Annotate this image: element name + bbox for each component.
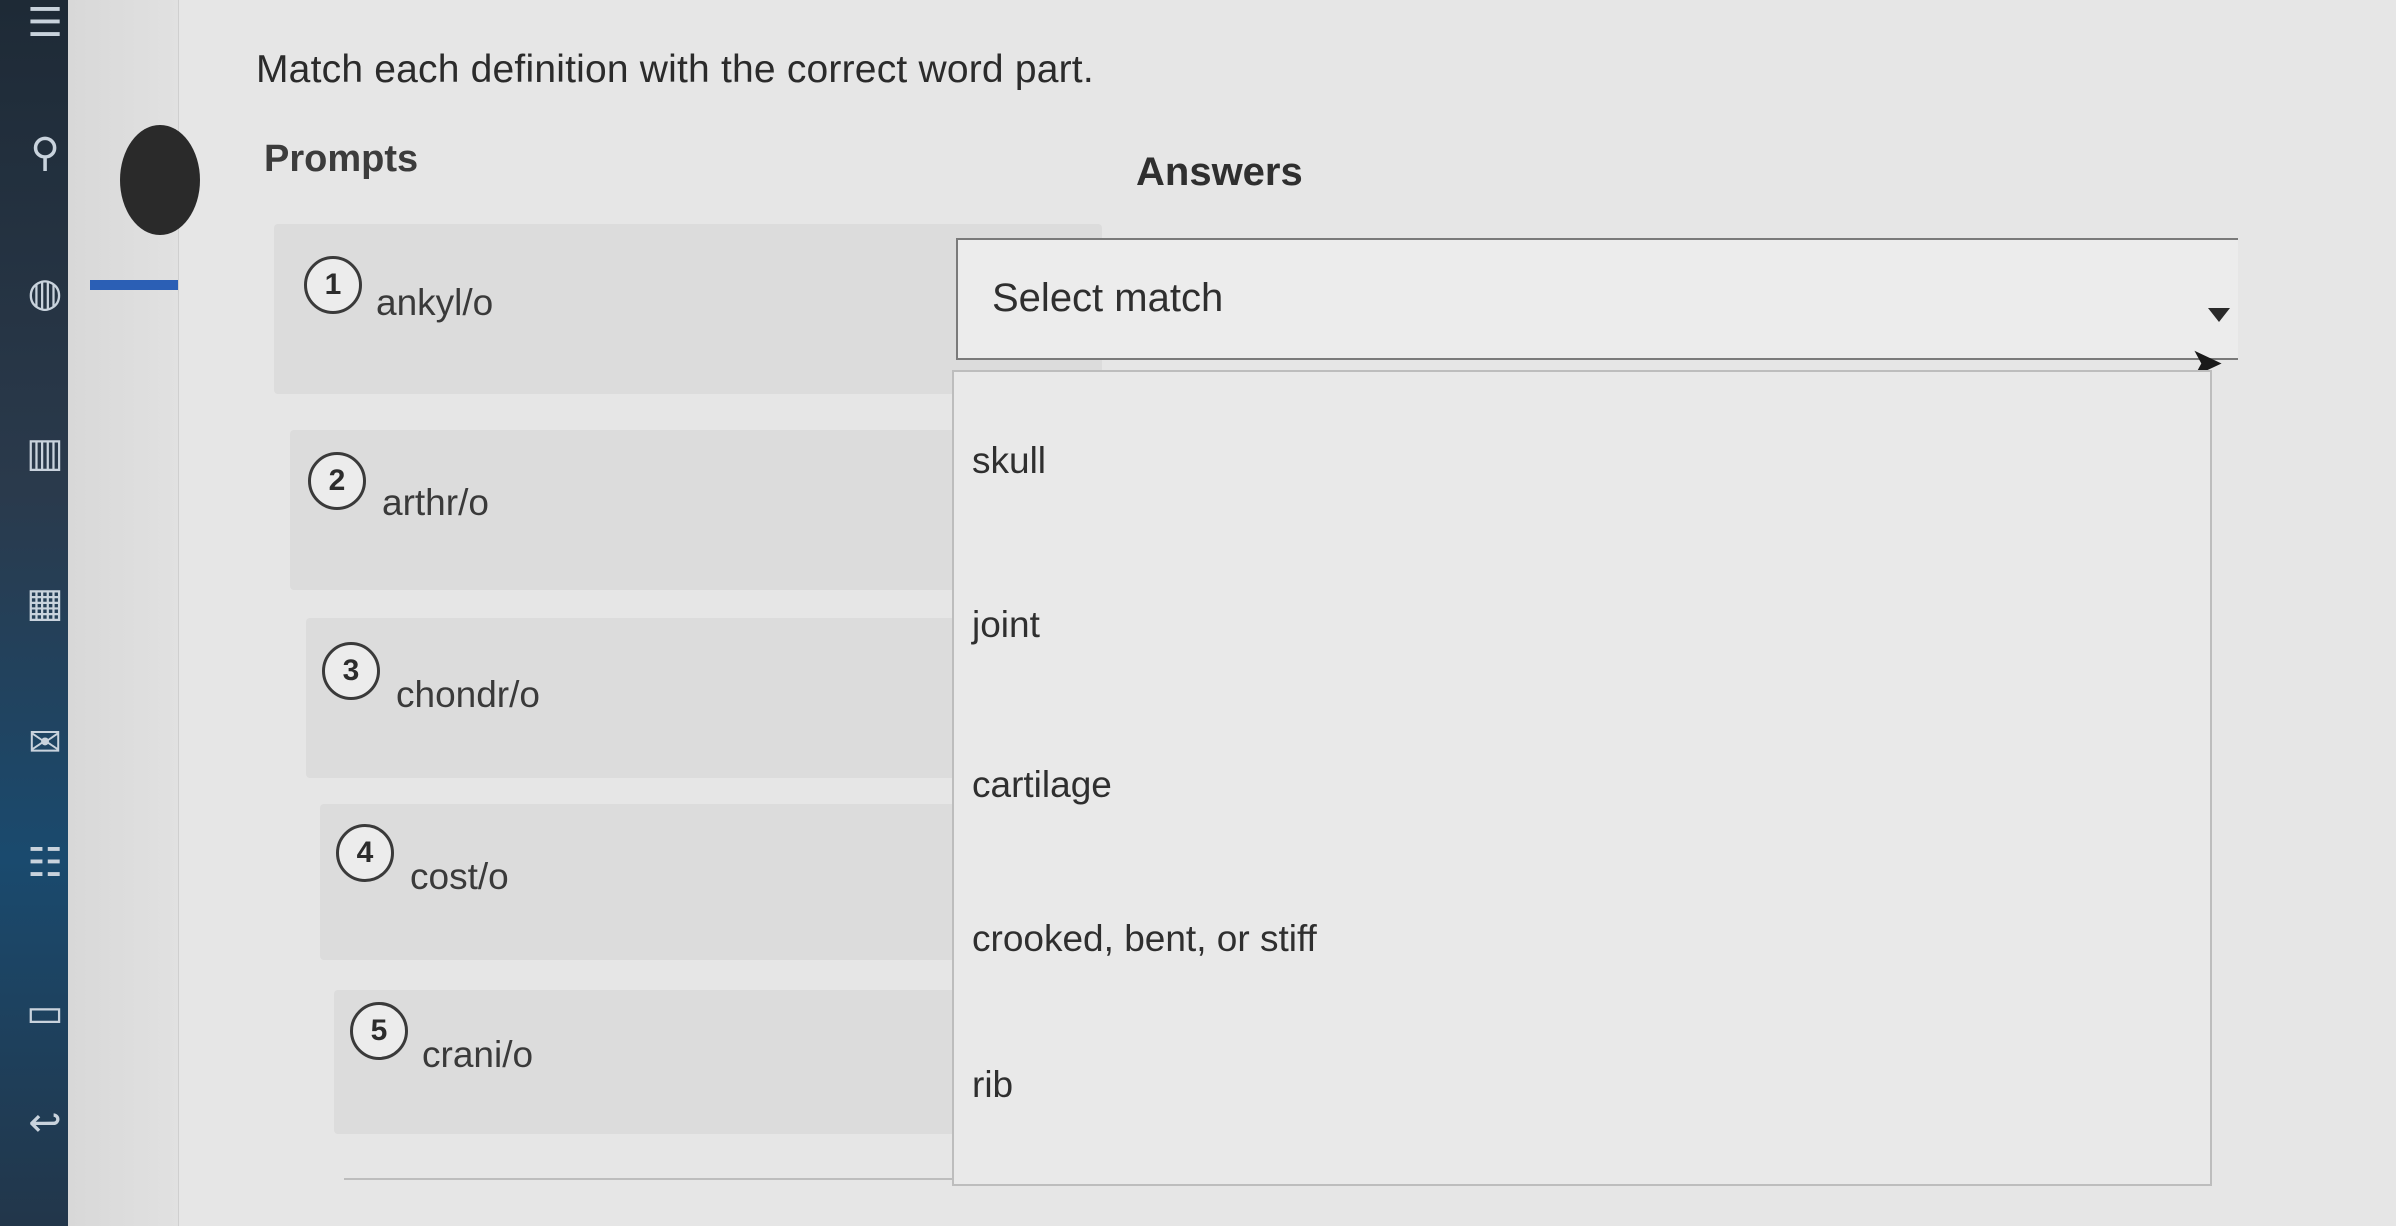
prompt-label: cost/o (410, 856, 509, 897)
prompt-number-badge: 4 (336, 824, 394, 882)
prompt-label: crani/o (422, 1034, 534, 1075)
question-instruction: Match each definition with the correct w… (256, 48, 1094, 91)
option-item[interactable]: joint (972, 604, 1040, 646)
book-icon[interactable]: ▥ (22, 430, 68, 476)
file-icon[interactable]: ▭ (22, 990, 68, 1036)
mail-icon[interactable]: ✉ (22, 720, 68, 766)
prompt-number-badge: 5 (350, 1002, 408, 1060)
match-options-list: skull joint cartilage crooked, bent, or … (952, 370, 2212, 1186)
active-nav-indicator (90, 280, 178, 290)
option-item[interactable]: crooked, bent, or stiff (972, 918, 1317, 960)
calendar-icon[interactable]: ▦ (22, 580, 68, 626)
chevron-down-icon[interactable] (2208, 308, 2230, 322)
prompt-number-badge: 2 (308, 452, 366, 510)
prompt-number-badge: 3 (322, 642, 380, 700)
list-icon[interactable]: ☷ (22, 840, 68, 886)
menu-icon[interactable]: ☰ (22, 0, 68, 46)
option-item[interactable]: skull (972, 440, 1046, 482)
user-icon[interactable]: ⚲ (22, 130, 68, 176)
option-item[interactable]: cartilage (972, 764, 1112, 806)
prompt-number-badge: 1 (304, 256, 362, 314)
prompt-label: arthr/o (382, 482, 489, 523)
answers-heading: Answers (1136, 150, 1303, 194)
match-select[interactable]: Select match (956, 238, 2238, 360)
select-value: Select match (992, 276, 1224, 320)
reply-icon[interactable]: ↩ (22, 1100, 68, 1146)
prompt-label: ankyl/o (376, 282, 494, 323)
option-item[interactable]: rib (972, 1064, 1013, 1106)
prompt-label: chondr/o (396, 674, 540, 715)
globe-icon[interactable]: ◍ (22, 270, 68, 316)
prompts-heading: Prompts (264, 138, 419, 180)
